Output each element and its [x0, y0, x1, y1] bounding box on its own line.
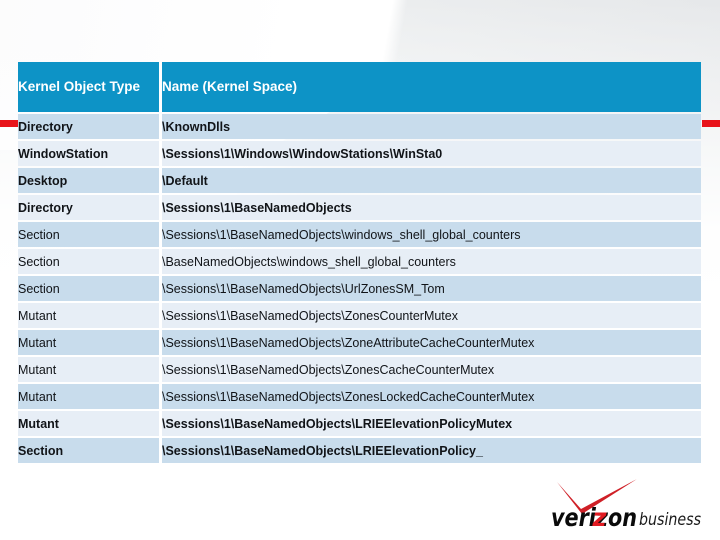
cell-kernel-object-type: Mutant [18, 330, 162, 355]
column-header-name-kernel-space: Name (Kernel Space) [162, 62, 701, 112]
cell-kernel-object-name: \BaseNamedObjects\windows_shell_global_c… [162, 249, 701, 274]
cell-kernel-object-name: \Sessions\1\BaseNamedObjects\ZonesCacheC… [162, 357, 701, 382]
cell-kernel-object-name: \Sessions\1\BaseNamedObjects\LRIEElevati… [162, 438, 701, 463]
table-row: Section \Sessions\1\BaseNamedObjects\UrlZ… [18, 276, 701, 301]
cell-kernel-object-type: Mutant [18, 384, 162, 409]
cell-kernel-object-name: \KnownDlls [162, 114, 701, 139]
table-row: Mutant \Sessions\1\BaseNamedObjects\Zones… [18, 384, 701, 409]
cell-kernel-object-name: \Sessions\1\BaseNamedObjects\windows_she… [162, 222, 701, 247]
table-row: Mutant \Sessions\1\BaseNamedObjects\ZoneA… [18, 330, 701, 355]
table-row: Section \Sessions\1\BaseNamedObjects\wind… [18, 222, 701, 247]
cell-kernel-object-type: Section [18, 438, 162, 463]
verizon-business-logo-svg: verizon business z [551, 479, 701, 530]
cell-kernel-object-type: Section [18, 249, 162, 274]
table-row: Section \BaseNamedObjects\windows_shell_g… [18, 249, 701, 274]
cell-kernel-object-name: \Sessions\1\BaseNamedObjects\UrlZonesSM_… [162, 276, 701, 301]
cell-kernel-object-type: WindowStation [18, 141, 162, 166]
column-header-kernel-object-type: Kernel Object Type [18, 62, 162, 112]
table-header-row: Kernel Object Type Name (Kernel Space) [18, 62, 701, 112]
kernel-object-table: Kernel Object Type Name (Kernel Space) D… [18, 60, 701, 465]
table-row: Desktop \Default [18, 168, 701, 193]
table-row: Mutant \Sessions\1\BaseNamedObjects\LRIEE… [18, 411, 701, 436]
cell-kernel-object-name: \Sessions\1\BaseNamedObjects\ZoneAttribu… [162, 330, 701, 355]
verizon-z-accent: z [592, 503, 607, 530]
table-row: Mutant \Sessions\1\BaseNamedObjects\Zones… [18, 303, 701, 328]
accent-dash-right [702, 120, 720, 127]
cell-kernel-object-name: \Sessions\1\BaseNamedObjects [162, 195, 701, 220]
table-row: Mutant \Sessions\1\BaseNamedObjects\Zones… [18, 357, 701, 382]
cell-kernel-object-type: Directory [18, 114, 162, 139]
table-header: Kernel Object Type Name (Kernel Space) [18, 62, 701, 112]
table-row: Directory \KnownDlls [18, 114, 701, 139]
table-row: WindowStation \Sessions\1\Windows\WindowS… [18, 141, 701, 166]
accent-dash-left [0, 120, 19, 127]
cell-kernel-object-type: Desktop [18, 168, 162, 193]
cell-kernel-object-name: \Default [162, 168, 701, 193]
cell-kernel-object-name: \Sessions\1\BaseNamedObjects\ZonesLocked… [162, 384, 701, 409]
verizon-business-logo: verizon business z [551, 478, 703, 530]
cell-kernel-object-name: \Sessions\1\BaseNamedObjects\LRIEElevati… [162, 411, 701, 436]
cell-kernel-object-type: Mutant [18, 303, 162, 328]
cell-kernel-object-type: Mutant [18, 411, 162, 436]
table-body: Directory \KnownDlls WindowStation \Session… [18, 114, 701, 463]
verizon-business-suffix: business [639, 510, 701, 530]
slide-canvas: Kernel Object Type Name (Kernel Space) D… [0, 0, 720, 540]
cell-kernel-object-name: \Sessions\1\BaseNamedObjects\ZonesCounte… [162, 303, 701, 328]
cell-kernel-object-type: Section [18, 276, 162, 301]
cell-kernel-object-name: \Sessions\1\Windows\WindowStations\WinSt… [162, 141, 701, 166]
table-row: Directory \Sessions\1\BaseNamedObjects [18, 195, 701, 220]
cell-kernel-object-type: Section [18, 222, 162, 247]
cell-kernel-object-type: Directory [18, 195, 162, 220]
table-row: Section \Sessions\1\BaseNamedObjects\LRIE… [18, 438, 701, 463]
cell-kernel-object-type: Mutant [18, 357, 162, 382]
